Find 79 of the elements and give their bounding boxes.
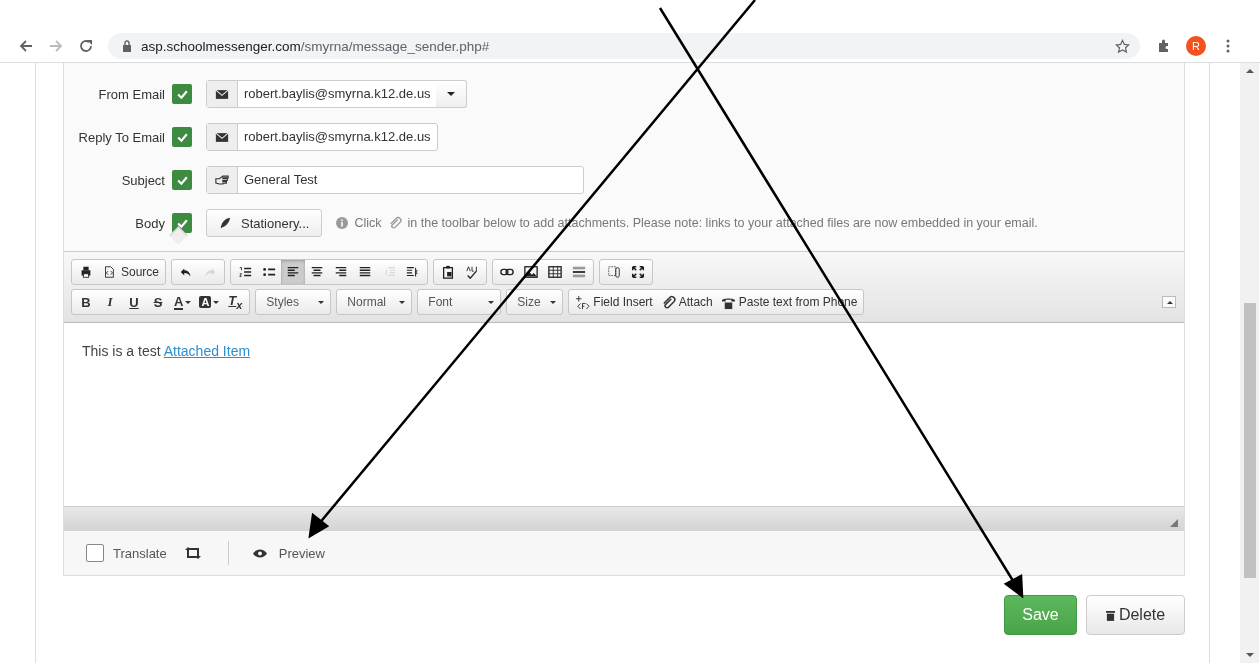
toolbar-button[interactable]: Attach xyxy=(656,290,717,314)
image-icon xyxy=(524,265,539,279)
scroll-up-icon[interactable] xyxy=(1245,69,1254,73)
envelope-icon xyxy=(215,131,229,143)
spell-icon xyxy=(465,265,480,279)
field-icon xyxy=(575,294,591,310)
envelope-icon xyxy=(215,88,229,100)
caret-icon xyxy=(1167,300,1173,304)
input-field[interactable]: robert.baylis@smyrna.k12.de.us xyxy=(206,123,438,151)
delete-button[interactable]: Delete xyxy=(1086,595,1185,635)
scrollbar[interactable] xyxy=(1240,63,1259,663)
caret-icon xyxy=(488,300,495,304)
caret-icon xyxy=(213,300,220,304)
resize-icon[interactable] xyxy=(1170,519,1178,527)
preview-button[interactable]: Preview xyxy=(252,545,325,561)
checkbox[interactable] xyxy=(172,213,192,233)
alignleft-icon xyxy=(286,265,301,279)
lock-icon xyxy=(122,40,132,52)
maximize-icon xyxy=(631,265,646,279)
toolbar-button[interactable]: Field Insert xyxy=(571,290,657,314)
translate-checkbox[interactable] xyxy=(86,544,104,562)
blocks-icon xyxy=(607,265,622,279)
address-bar[interactable]: asp.schoolmessenger.com/smyrna/message_sender.php# xyxy=(108,33,1140,59)
translate-label: Translate xyxy=(113,545,167,561)
source-icon xyxy=(102,265,116,279)
caret-icon xyxy=(550,300,557,304)
field-label: From Email xyxy=(97,86,165,102)
format-button[interactable]: T$_{x}$ xyxy=(223,290,248,314)
trash-icon xyxy=(1105,609,1115,621)
paperclip-icon xyxy=(387,216,402,230)
caret-icon xyxy=(446,92,455,96)
table-icon xyxy=(548,265,563,279)
checkbox[interactable] xyxy=(172,127,192,147)
toolbar-dropdown[interactable]: Styles xyxy=(255,289,332,315)
caret-icon xyxy=(185,300,192,304)
field-label: Body xyxy=(134,215,165,231)
field-label: Subject xyxy=(120,172,165,188)
format-button[interactable]: S xyxy=(146,290,170,314)
format-button[interactable]: I xyxy=(98,290,122,314)
dropdown-button[interactable] xyxy=(435,80,467,108)
field-label: Reply To Email xyxy=(77,129,165,145)
alignright-icon xyxy=(334,265,349,279)
toolbar-button[interactable] xyxy=(281,260,306,284)
eye-icon xyxy=(252,548,267,558)
reload-icon[interactable] xyxy=(78,38,94,54)
stationery-button[interactable]: Stationery... xyxy=(206,209,323,237)
toolbar-dropdown[interactable]: Size xyxy=(506,289,564,315)
toolbar-dropdown[interactable]: Normal xyxy=(336,289,413,315)
back-icon[interactable] xyxy=(18,38,34,54)
editor-text: This is a test Attached Item xyxy=(82,343,252,359)
scroll-down-icon[interactable] xyxy=(1245,653,1254,657)
justify-icon xyxy=(358,265,373,279)
info-icon xyxy=(336,217,349,229)
indent-icon xyxy=(406,265,421,279)
pointing-hand-icon xyxy=(215,174,229,186)
attachment-link[interactable]: Attached Item xyxy=(163,343,251,359)
hrule-icon xyxy=(572,265,587,279)
caret-icon xyxy=(399,300,406,304)
numlist-icon xyxy=(238,265,253,279)
format-button[interactable]: U xyxy=(122,290,146,314)
bullist-icon xyxy=(262,265,277,279)
star-icon[interactable] xyxy=(1115,38,1130,54)
format-button[interactable]: A xyxy=(170,290,196,314)
caret-icon xyxy=(318,300,325,304)
input-field[interactable]: robert.baylis@smyrna.k12.de.us xyxy=(206,80,438,108)
source-button[interactable]: Source xyxy=(98,260,164,284)
info-text: Click xyxy=(354,216,382,230)
url-text: asp.schoolmessenger.com/smyrna/message_sender.php# xyxy=(141,38,491,54)
print-icon xyxy=(79,265,93,279)
pasteword-icon xyxy=(441,265,456,279)
checkbox[interactable] xyxy=(172,170,192,190)
toolbar-dropdown[interactable]: Font xyxy=(417,289,502,315)
input-field[interactable]: General Test xyxy=(206,166,584,194)
collapse-toolbar-button[interactable] xyxy=(1162,296,1176,308)
leaf-icon xyxy=(219,217,231,229)
format-button[interactable]: A xyxy=(195,290,224,314)
aligncenter-icon xyxy=(310,265,325,279)
checkbox[interactable] xyxy=(172,84,192,104)
format-button[interactable]: B xyxy=(74,290,98,314)
